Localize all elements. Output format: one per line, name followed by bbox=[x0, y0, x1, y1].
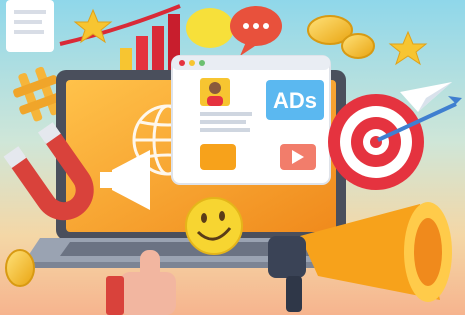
ad-window bbox=[171, 55, 331, 185]
target-icon bbox=[328, 94, 424, 190]
document-icon bbox=[6, 0, 54, 52]
emoji-smile-icon bbox=[185, 197, 243, 255]
coin-icon bbox=[5, 249, 35, 287]
illustration-canvas: ADs bbox=[0, 0, 465, 315]
marketing-illustration: ADs bbox=[0, 0, 465, 315]
ads-label: ADs bbox=[273, 88, 317, 113]
